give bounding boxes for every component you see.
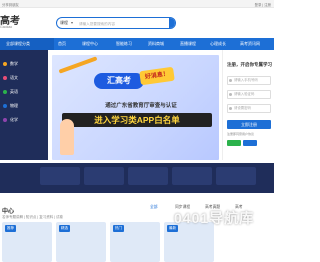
share-link[interactable]: 分享到朋友 — [2, 2, 19, 7]
logo-subtext: Gaokao — [0, 25, 13, 29]
code-placeholder: 请输入验证码 — [234, 92, 255, 96]
top-bar: 分享到朋友 登录 | 注册 — [0, 0, 274, 8]
sidebar-item-chemistry[interactable]: 化学 — [0, 114, 48, 126]
sidebar-item-physics[interactable]: 物理 — [0, 100, 48, 112]
sidebar-item-label: 数学 — [10, 61, 18, 66]
search-button[interactable] — [169, 18, 175, 28]
sidebar-item-english[interactable]: 英语 — [0, 86, 48, 98]
login-title: 注册，开启你专属学习 — [227, 62, 272, 67]
course-card-tag: 热门 — [113, 225, 124, 232]
person-illustration — [60, 119, 74, 155]
phone-field[interactable]: 请输入手机号码 — [227, 76, 271, 85]
section-heading: 中心 — [2, 209, 15, 215]
chevron-down-icon[interactable] — [71, 22, 73, 24]
banner-line-2: 进入学习类APP白名单 — [62, 113, 212, 127]
promo-card[interactable] — [128, 167, 168, 185]
sidebar-item-label: 物理 — [10, 103, 18, 108]
course-card-tag: 精选 — [59, 225, 70, 232]
lock-icon — [229, 107, 232, 110]
nav-item-practice[interactable]: 智能练习 — [116, 38, 132, 50]
login-panel: 注册，开启你专属学习 请输入手机号码 请输入验证码 请设置密码 立即注册 注册即… — [222, 50, 274, 160]
course-card[interactable]: 精选 — [56, 222, 106, 262]
promo-card[interactable] — [84, 167, 124, 185]
main-nav: 全部课程分类 首页 课程中心 智能练习 资料商城 直播课程 心理成长 高考资讯网 — [0, 38, 274, 50]
nav-item-live[interactable]: 直播课程 — [180, 38, 196, 50]
section-subtitle: 名师专题讲解 | 知识点 | 复习资料 | 试卷 — [2, 215, 64, 219]
nav-item-courses[interactable]: 课程中心 — [82, 38, 98, 50]
register-button[interactable]: 立即注册 — [227, 120, 271, 129]
site-header: 高考 Gaokao 课程 — [0, 8, 274, 38]
banner-tag: 汇高考 — [94, 73, 144, 89]
promo-strip — [0, 163, 274, 193]
category-sidebar: 数学 语文 英语 物理 化学 — [0, 50, 48, 160]
sidebar-item-math[interactable]: 数学 — [0, 58, 48, 70]
sidebar-item-label: 英语 — [10, 89, 18, 94]
nav-item-psychology[interactable]: 心理成长 — [210, 38, 226, 50]
chemistry-icon — [3, 118, 7, 122]
password-field[interactable]: 请设置密码 — [227, 104, 271, 113]
physics-icon — [3, 104, 7, 108]
course-card[interactable]: 最新 — [164, 222, 214, 262]
promo-card[interactable] — [40, 167, 80, 185]
code-field[interactable]: 请输入验证码 — [227, 90, 271, 99]
nav-item-store[interactable]: 资料商城 — [148, 38, 164, 50]
site-logo[interactable]: 高考 Gaokao — [0, 12, 28, 34]
qq-login-button[interactable] — [243, 140, 257, 146]
sidebar-item-label: 语文 — [10, 75, 18, 80]
chinese-icon — [3, 76, 7, 80]
watermark-logo: 0401导航库 — [174, 210, 255, 226]
promo-card[interactable] — [216, 167, 256, 185]
search-input[interactable] — [79, 19, 169, 28]
login-register-links[interactable]: 登录 | 注册 — [255, 2, 271, 7]
all-categories-button[interactable]: 全部课程分类 — [0, 38, 54, 50]
password-placeholder: 请设置密码 — [234, 106, 251, 110]
sidebar-item-chinese[interactable]: 语文 — [0, 72, 48, 84]
shield-icon — [229, 93, 232, 96]
nav-item-news[interactable]: 高考资讯网 — [240, 38, 260, 50]
math-icon — [3, 62, 7, 66]
tab-all[interactable]: 全部 — [150, 205, 158, 210]
search-category-select[interactable]: 课程 — [60, 20, 68, 26]
sidebar-item-label: 化学 — [10, 117, 18, 122]
wechat-login-button[interactable] — [227, 140, 241, 146]
search-box: 课程 — [56, 17, 176, 29]
course-card-tag: 推荐 — [5, 225, 16, 232]
course-card[interactable]: 热门 — [110, 222, 160, 262]
nav-item-home[interactable]: 首页 — [58, 38, 66, 50]
phone-placeholder: 请输入手机号码 — [234, 78, 258, 82]
banner-badge: 好消息！ — [139, 66, 175, 86]
promo-card[interactable] — [172, 167, 212, 185]
phone-icon — [229, 79, 232, 82]
paper-plane-graphic — [58, 56, 98, 74]
agreement-text: 注册即同意用户协议 — [227, 132, 255, 136]
hero-banner[interactable]: 汇高考 好消息！ 通过广东省教育厅审查与认证 进入学习类APP白名单 — [52, 55, 219, 160]
banner-line-1: 通过广东省教育厅审查与认证 — [105, 103, 177, 109]
course-card[interactable]: 推荐 — [2, 222, 52, 262]
english-icon — [3, 90, 7, 94]
